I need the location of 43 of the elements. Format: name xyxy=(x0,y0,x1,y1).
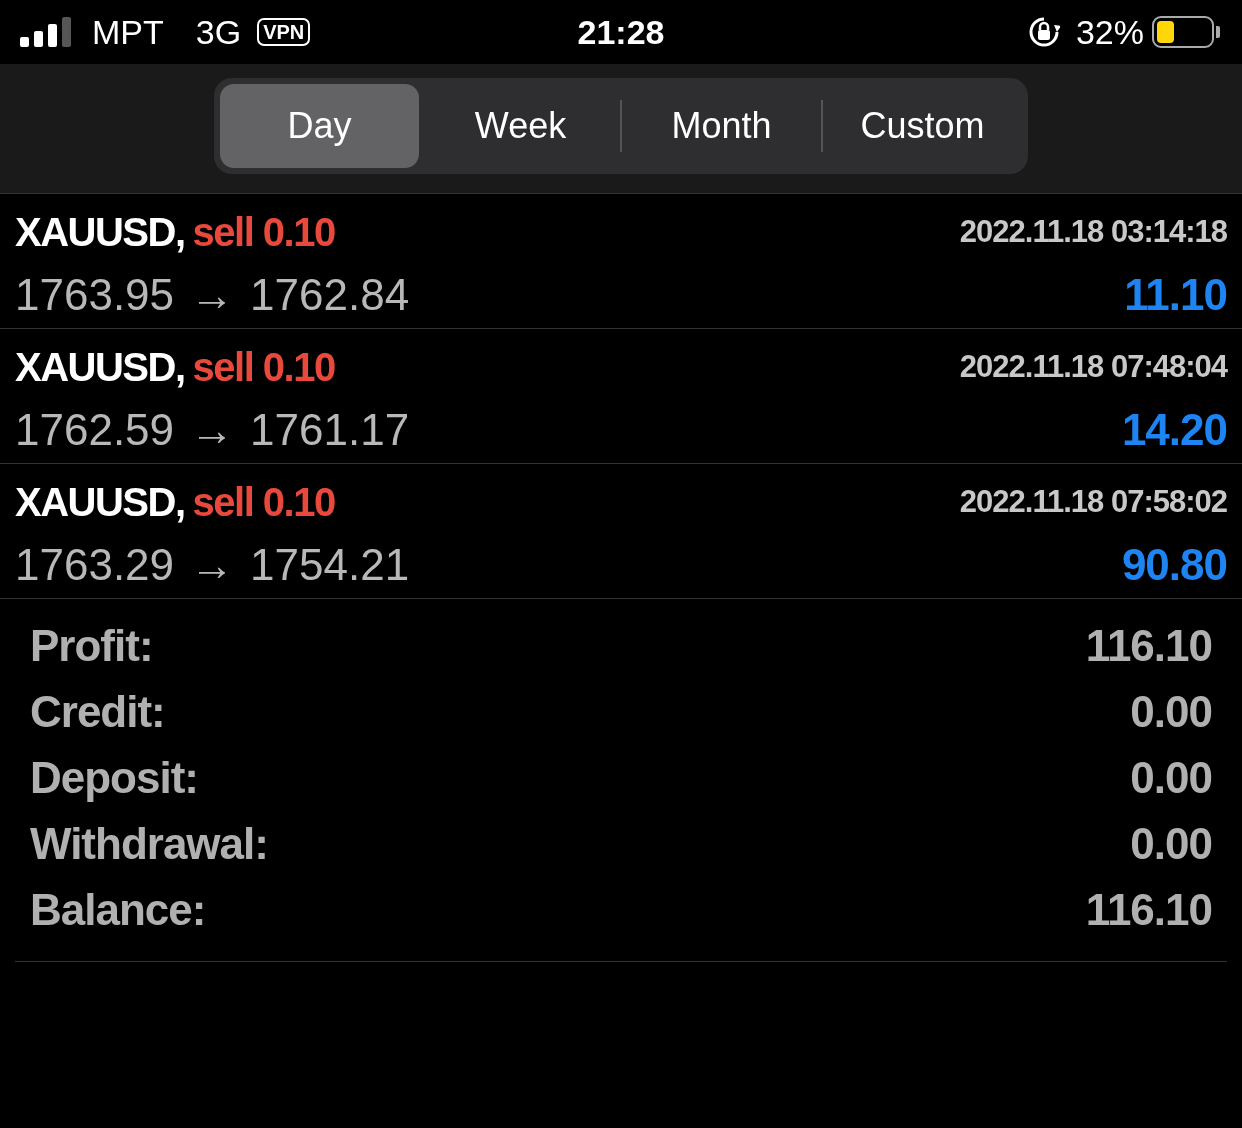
summary-label: Deposit: xyxy=(30,752,198,804)
close-price: 1754.21 xyxy=(250,539,410,591)
trade-time: 2022.11.18 07:58:02 xyxy=(959,482,1227,521)
trade-profit: 14.20 xyxy=(1121,404,1227,456)
network-type: 3G xyxy=(195,11,242,53)
trade-profit: 11.10 xyxy=(1124,269,1227,321)
vpn-badge: VPN xyxy=(257,18,311,46)
battery-percent: 32% xyxy=(1075,11,1144,53)
trade-time: 2022.11.18 07:48:04 xyxy=(959,347,1227,386)
symbol-name: XAUUSD, xyxy=(15,479,185,526)
summary-value: 116.10 xyxy=(1085,620,1212,672)
arrow-glyph: → xyxy=(190,404,235,456)
summary-label: Credit: xyxy=(30,686,165,738)
summary-value: 0.00 xyxy=(1130,818,1212,870)
signal-icon xyxy=(20,17,72,47)
rotation-lock-icon xyxy=(1027,16,1060,48)
summary-label: Withdrawal: xyxy=(30,818,268,870)
summary-value: 116.10 xyxy=(1085,884,1212,936)
arrow-glyph: → xyxy=(190,539,235,591)
period-tab[interactable]: Custom xyxy=(823,84,1022,168)
period-tab[interactable]: Day xyxy=(220,84,419,168)
symbol-name: XAUUSD, xyxy=(15,344,185,391)
period-tab[interactable]: Month xyxy=(622,84,821,168)
clock-time: 21:28 xyxy=(577,11,665,53)
open-price: 1763.29 xyxy=(15,539,175,591)
trade-type: sell 0.10 xyxy=(192,209,335,256)
trade-type: sell 0.10 xyxy=(192,344,335,391)
summary-value: 0.00 xyxy=(1130,752,1212,804)
open-price: 1762.59 xyxy=(15,404,175,456)
trade-profit: 90.80 xyxy=(1121,539,1227,591)
battery-icon xyxy=(1152,15,1222,49)
symbol-name: XAUUSD, xyxy=(15,209,185,256)
close-price: 1762.84 xyxy=(250,269,410,321)
arrow-glyph: → xyxy=(190,269,235,321)
trade-type: sell 0.10 xyxy=(192,479,335,526)
summary-value: 0.00 xyxy=(1130,686,1212,738)
carrier-name: MPT xyxy=(92,11,164,53)
close-price: 1761.17 xyxy=(250,404,410,456)
summary-label: Profit: xyxy=(30,620,153,672)
period-tab[interactable]: Week xyxy=(421,84,620,168)
open-price: 1763.95 xyxy=(15,269,175,321)
trade-time: 2022.11.18 03:14:18 xyxy=(959,212,1227,251)
summary-label: Balance: xyxy=(30,884,206,936)
